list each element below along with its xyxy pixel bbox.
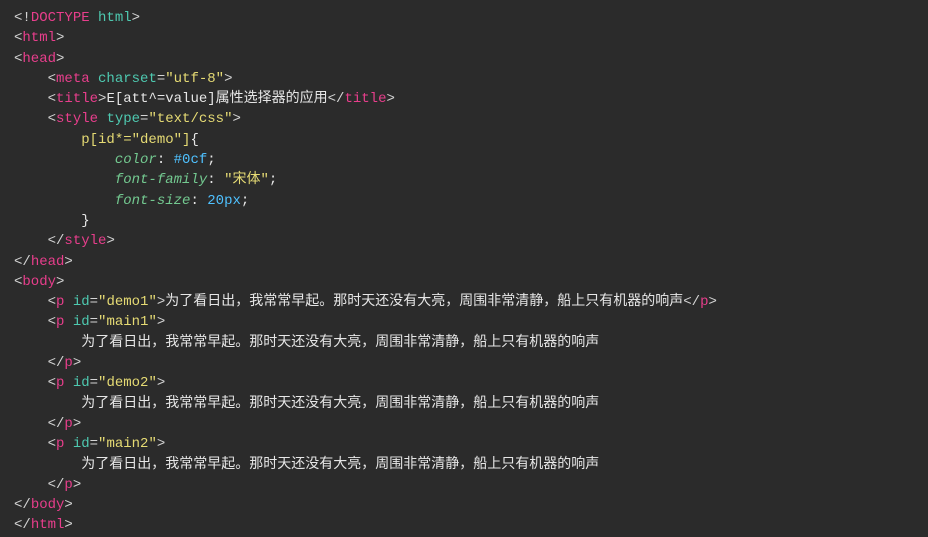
- code-editor[interactable]: <!DOCTYPE html> <html> <head> <meta char…: [14, 8, 914, 536]
- code-line: color: #0cf;: [14, 150, 914, 170]
- code-line: <head>: [14, 49, 914, 69]
- code-line: <body>: [14, 272, 914, 292]
- code-line: </style>: [14, 231, 914, 251]
- code-line: <p id="main2">: [14, 434, 914, 454]
- code-line: 为了看日出，我常常早起。那时天还没有大亮，周围非常清静，船上只有机器的响声: [14, 333, 914, 353]
- code-line: </head>: [14, 252, 914, 272]
- code-line: <title>E[att^=value]属性选择器的应用</title>: [14, 89, 914, 109]
- code-line: font-size: 20px;: [14, 191, 914, 211]
- code-line: </body>: [14, 495, 914, 515]
- code-line: </p>: [14, 414, 914, 434]
- code-line: 为了看日出，我常常早起。那时天还没有大亮，周围非常清静，船上只有机器的响声: [14, 394, 914, 414]
- code-line: <meta charset="utf-8">: [14, 69, 914, 89]
- code-line: <p id="main1">: [14, 312, 914, 332]
- code-line: }: [14, 211, 914, 231]
- code-line: <!DOCTYPE html>: [14, 8, 914, 28]
- code-line: </p>: [14, 353, 914, 373]
- code-line: font-family: "宋体";: [14, 170, 914, 190]
- code-line: 为了看日出，我常常早起。那时天还没有大亮，周围非常清静，船上只有机器的响声: [14, 455, 914, 475]
- code-line: <p id="demo2">: [14, 373, 914, 393]
- code-line: <html>: [14, 28, 914, 48]
- code-line: <style type="text/css">: [14, 109, 914, 129]
- code-line: </p>: [14, 475, 914, 495]
- code-line: p[id*="demo"]{: [14, 130, 914, 150]
- code-line: <p id="demo1">为了看日出，我常常早起。那时天还没有大亮，周围非常清…: [14, 292, 914, 312]
- code-line: </html>: [14, 515, 914, 535]
